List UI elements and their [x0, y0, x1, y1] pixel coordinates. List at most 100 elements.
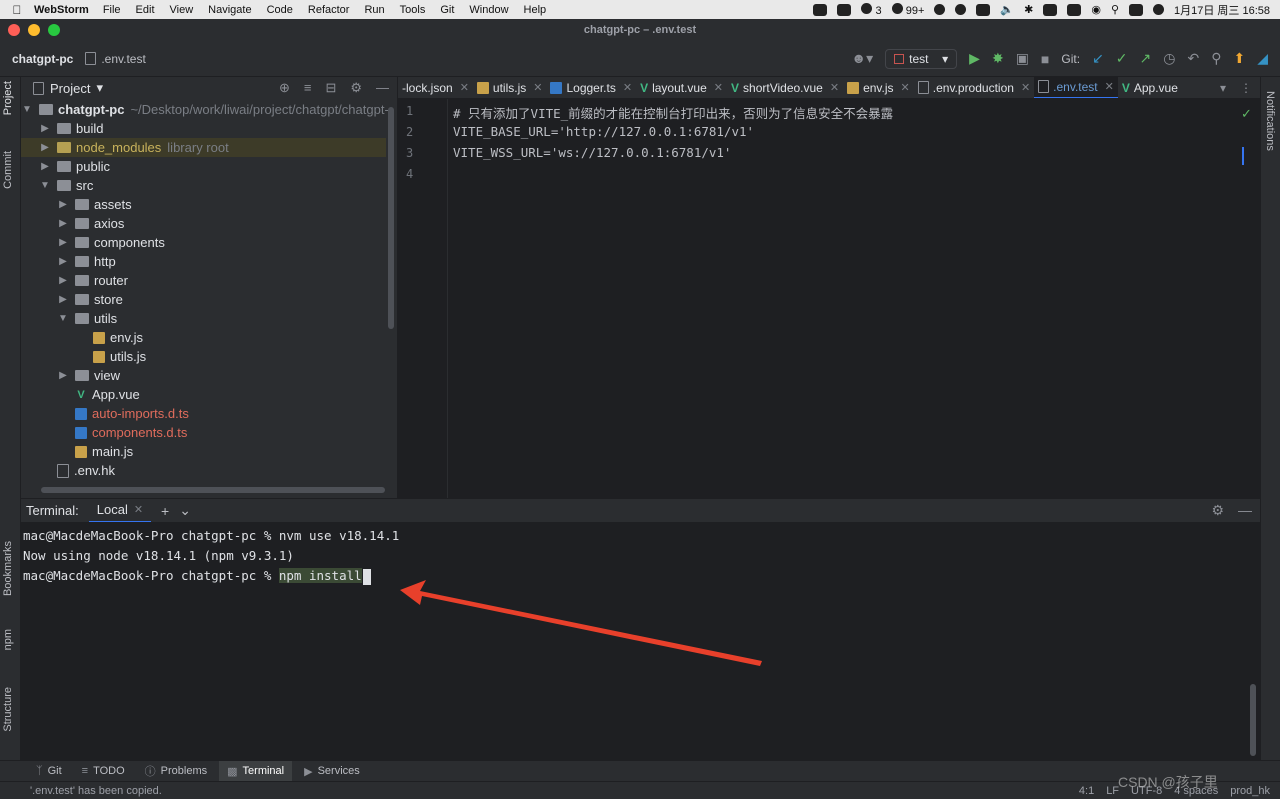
- menu-run[interactable]: Run: [364, 4, 384, 16]
- control-center-icon[interactable]: [1129, 3, 1143, 16]
- tree-root[interactable]: ▼ chatgpt-pc ~/Desktop/work/liwai/projec…: [21, 100, 391, 119]
- close-icon[interactable]: ✕: [533, 81, 542, 94]
- project-name-button[interactable]: chatgpt-pc: [12, 52, 73, 66]
- tool-window-services[interactable]: ▶ Services: [296, 761, 368, 782]
- git-update-icon[interactable]: ↙: [1092, 50, 1104, 67]
- tree-item[interactable]: V App.vue: [69, 385, 139, 404]
- editor-tab[interactable]: V shortVideo.vue ✕: [727, 77, 843, 98]
- tree-item[interactable]: ▶ public: [39, 157, 110, 176]
- editor-tab[interactable]: utils.js ✕: [473, 77, 547, 98]
- wifi-icon[interactable]: ◉: [1091, 3, 1101, 16]
- project-panel-title[interactable]: Project: [50, 81, 90, 96]
- menu-file[interactable]: File: [103, 4, 121, 16]
- tray-badge[interactable]: 3: [861, 2, 882, 17]
- caret-position[interactable]: 4:1: [1079, 785, 1094, 797]
- gear-icon[interactable]: ⚙: [1211, 502, 1224, 519]
- tool-window-git[interactable]: ᛉ Git: [28, 761, 70, 782]
- close-icon[interactable]: ✕: [460, 81, 469, 94]
- menubar-datetime[interactable]: 1月17日 周三 16:58: [1174, 2, 1270, 18]
- siri-icon[interactable]: [1153, 4, 1164, 15]
- close-icon[interactable]: ✕: [134, 503, 143, 516]
- rollback-icon[interactable]: ↶: [1187, 50, 1199, 67]
- menu-help[interactable]: Help: [524, 4, 547, 16]
- menu-refactor[interactable]: Refactor: [308, 4, 350, 16]
- close-icon[interactable]: ✕: [623, 81, 632, 94]
- ide-logo-icon[interactable]: ◢: [1257, 50, 1268, 67]
- search-icon[interactable]: ⚲: [1111, 3, 1119, 16]
- tray-app-icon[interactable]: [1043, 3, 1058, 16]
- gear-icon[interactable]: ⚙: [350, 80, 362, 96]
- tree-item[interactable]: ▼ utils: [57, 309, 117, 328]
- collapse-all-icon[interactable]: ⊟: [325, 80, 336, 96]
- locate-icon[interactable]: ⊕: [279, 80, 290, 96]
- hide-icon[interactable]: —: [376, 80, 389, 96]
- stop-icon[interactable]: ■: [1041, 51, 1049, 67]
- editor-tab-active[interactable]: .env.test ✕: [1034, 77, 1118, 98]
- tree-item[interactable]: ▶ store: [57, 290, 123, 309]
- run-config-select[interactable]: test ▾: [885, 48, 958, 69]
- git-push-icon[interactable]: ↗: [1140, 50, 1152, 67]
- tray-badge[interactable]: 99+: [891, 2, 924, 17]
- tree-item[interactable]: ▼ src: [39, 176, 93, 195]
- history-icon[interactable]: ◷: [1163, 50, 1175, 67]
- git-branch[interactable]: prod_hk: [1230, 785, 1270, 797]
- menu-code[interactable]: Code: [267, 4, 293, 16]
- menu-app-name[interactable]: WebStorm: [34, 4, 89, 16]
- wechat-icon[interactable]: [934, 4, 946, 15]
- chevron-down-icon[interactable]: ⌄: [179, 502, 191, 519]
- menu-navigate[interactable]: Navigate: [208, 4, 251, 16]
- tool-window-problems[interactable]: ⓘ Problems: [137, 761, 215, 782]
- tool-window-notifications[interactable]: Notifications: [1264, 91, 1276, 151]
- editor-tab[interactable]: -lock.json ✕: [398, 77, 473, 98]
- user-icon[interactable]: ☻▾: [851, 50, 873, 67]
- wechat-icon[interactable]: [955, 4, 967, 15]
- tree-item[interactable]: ▶ components: [57, 233, 165, 252]
- tool-window-structure[interactable]: Structure: [2, 687, 14, 732]
- close-icon[interactable]: ✕: [714, 81, 723, 94]
- chevron-down-icon[interactable]: ▾: [1220, 81, 1226, 95]
- menu-tools[interactable]: Tools: [400, 4, 426, 16]
- tree-item[interactable]: ▶ view: [57, 366, 120, 385]
- apple-icon[interactable]: : [0, 3, 34, 17]
- tree-item[interactable]: ▶ assets: [57, 195, 131, 214]
- tray-app-icon[interactable]: [813, 3, 828, 16]
- tray-app-icon[interactable]: [837, 3, 852, 16]
- menu-window[interactable]: Window: [469, 4, 508, 16]
- tool-window-commit[interactable]: Commit: [2, 151, 14, 189]
- project-vertical-scrollbar[interactable]: [388, 107, 394, 329]
- tree-item[interactable]: ▶ axios: [57, 214, 124, 233]
- tool-window-terminal[interactable]: ▩ Terminal: [219, 760, 293, 782]
- tool-window-todo[interactable]: ≡ TODO: [74, 761, 133, 782]
- editor-tab[interactable]: env.js ✕: [843, 77, 914, 98]
- tree-item[interactable]: auto-imports.d.ts: [69, 404, 189, 423]
- close-icon[interactable]: ✕: [901, 81, 910, 94]
- expand-all-icon[interactable]: ≡: [304, 80, 312, 96]
- menu-edit[interactable]: Edit: [136, 4, 155, 16]
- bluetooth-icon[interactable]: ✱: [1024, 3, 1033, 16]
- project-horizontal-scrollbar[interactable]: [41, 487, 385, 493]
- tree-item[interactable]: utils.js: [87, 347, 146, 366]
- tree-item[interactable]: ▶ node_modules library root: [21, 138, 386, 157]
- tool-window-npm[interactable]: npm: [2, 629, 14, 650]
- tree-item[interactable]: main.js: [69, 442, 133, 461]
- editor-tab[interactable]: V App.vue: [1118, 77, 1182, 98]
- update-icon[interactable]: ⬆: [1233, 50, 1245, 67]
- search-icon[interactable]: ⚲: [1211, 50, 1221, 67]
- terminal-scrollbar[interactable]: [1250, 684, 1256, 756]
- code-editor[interactable]: 1 2 3 4 # 只有添加了VITE_前缀的才能在控制台打印出来，否则为了信息…: [398, 99, 1260, 498]
- terminal-tab-local[interactable]: Local ✕: [88, 499, 152, 523]
- chevron-down-icon[interactable]: ▾: [96, 80, 103, 96]
- run-icon[interactable]: ▶: [969, 50, 980, 67]
- editor-tab[interactable]: .env.production ✕: [914, 77, 1034, 98]
- add-terminal-icon[interactable]: +: [161, 503, 169, 519]
- coverage-icon[interactable]: ▣: [1016, 50, 1029, 67]
- current-file-breadcrumb[interactable]: .env.test: [85, 52, 146, 66]
- tree-item[interactable]: components.d.ts: [69, 423, 187, 442]
- inspection-ok-icon[interactable]: ✓: [1241, 106, 1252, 122]
- tree-item[interactable]: env.js: [87, 328, 143, 347]
- terminal-output[interactable]: mac@MacdeMacBook-Pro chatgpt-pc % nvm us…: [21, 522, 1260, 760]
- more-icon[interactable]: ⋮: [1240, 81, 1252, 95]
- close-icon[interactable]: ✕: [1105, 80, 1114, 93]
- status-message[interactable]: '.env.test' has been copied.: [30, 785, 162, 797]
- battery-icon[interactable]: [1067, 3, 1082, 16]
